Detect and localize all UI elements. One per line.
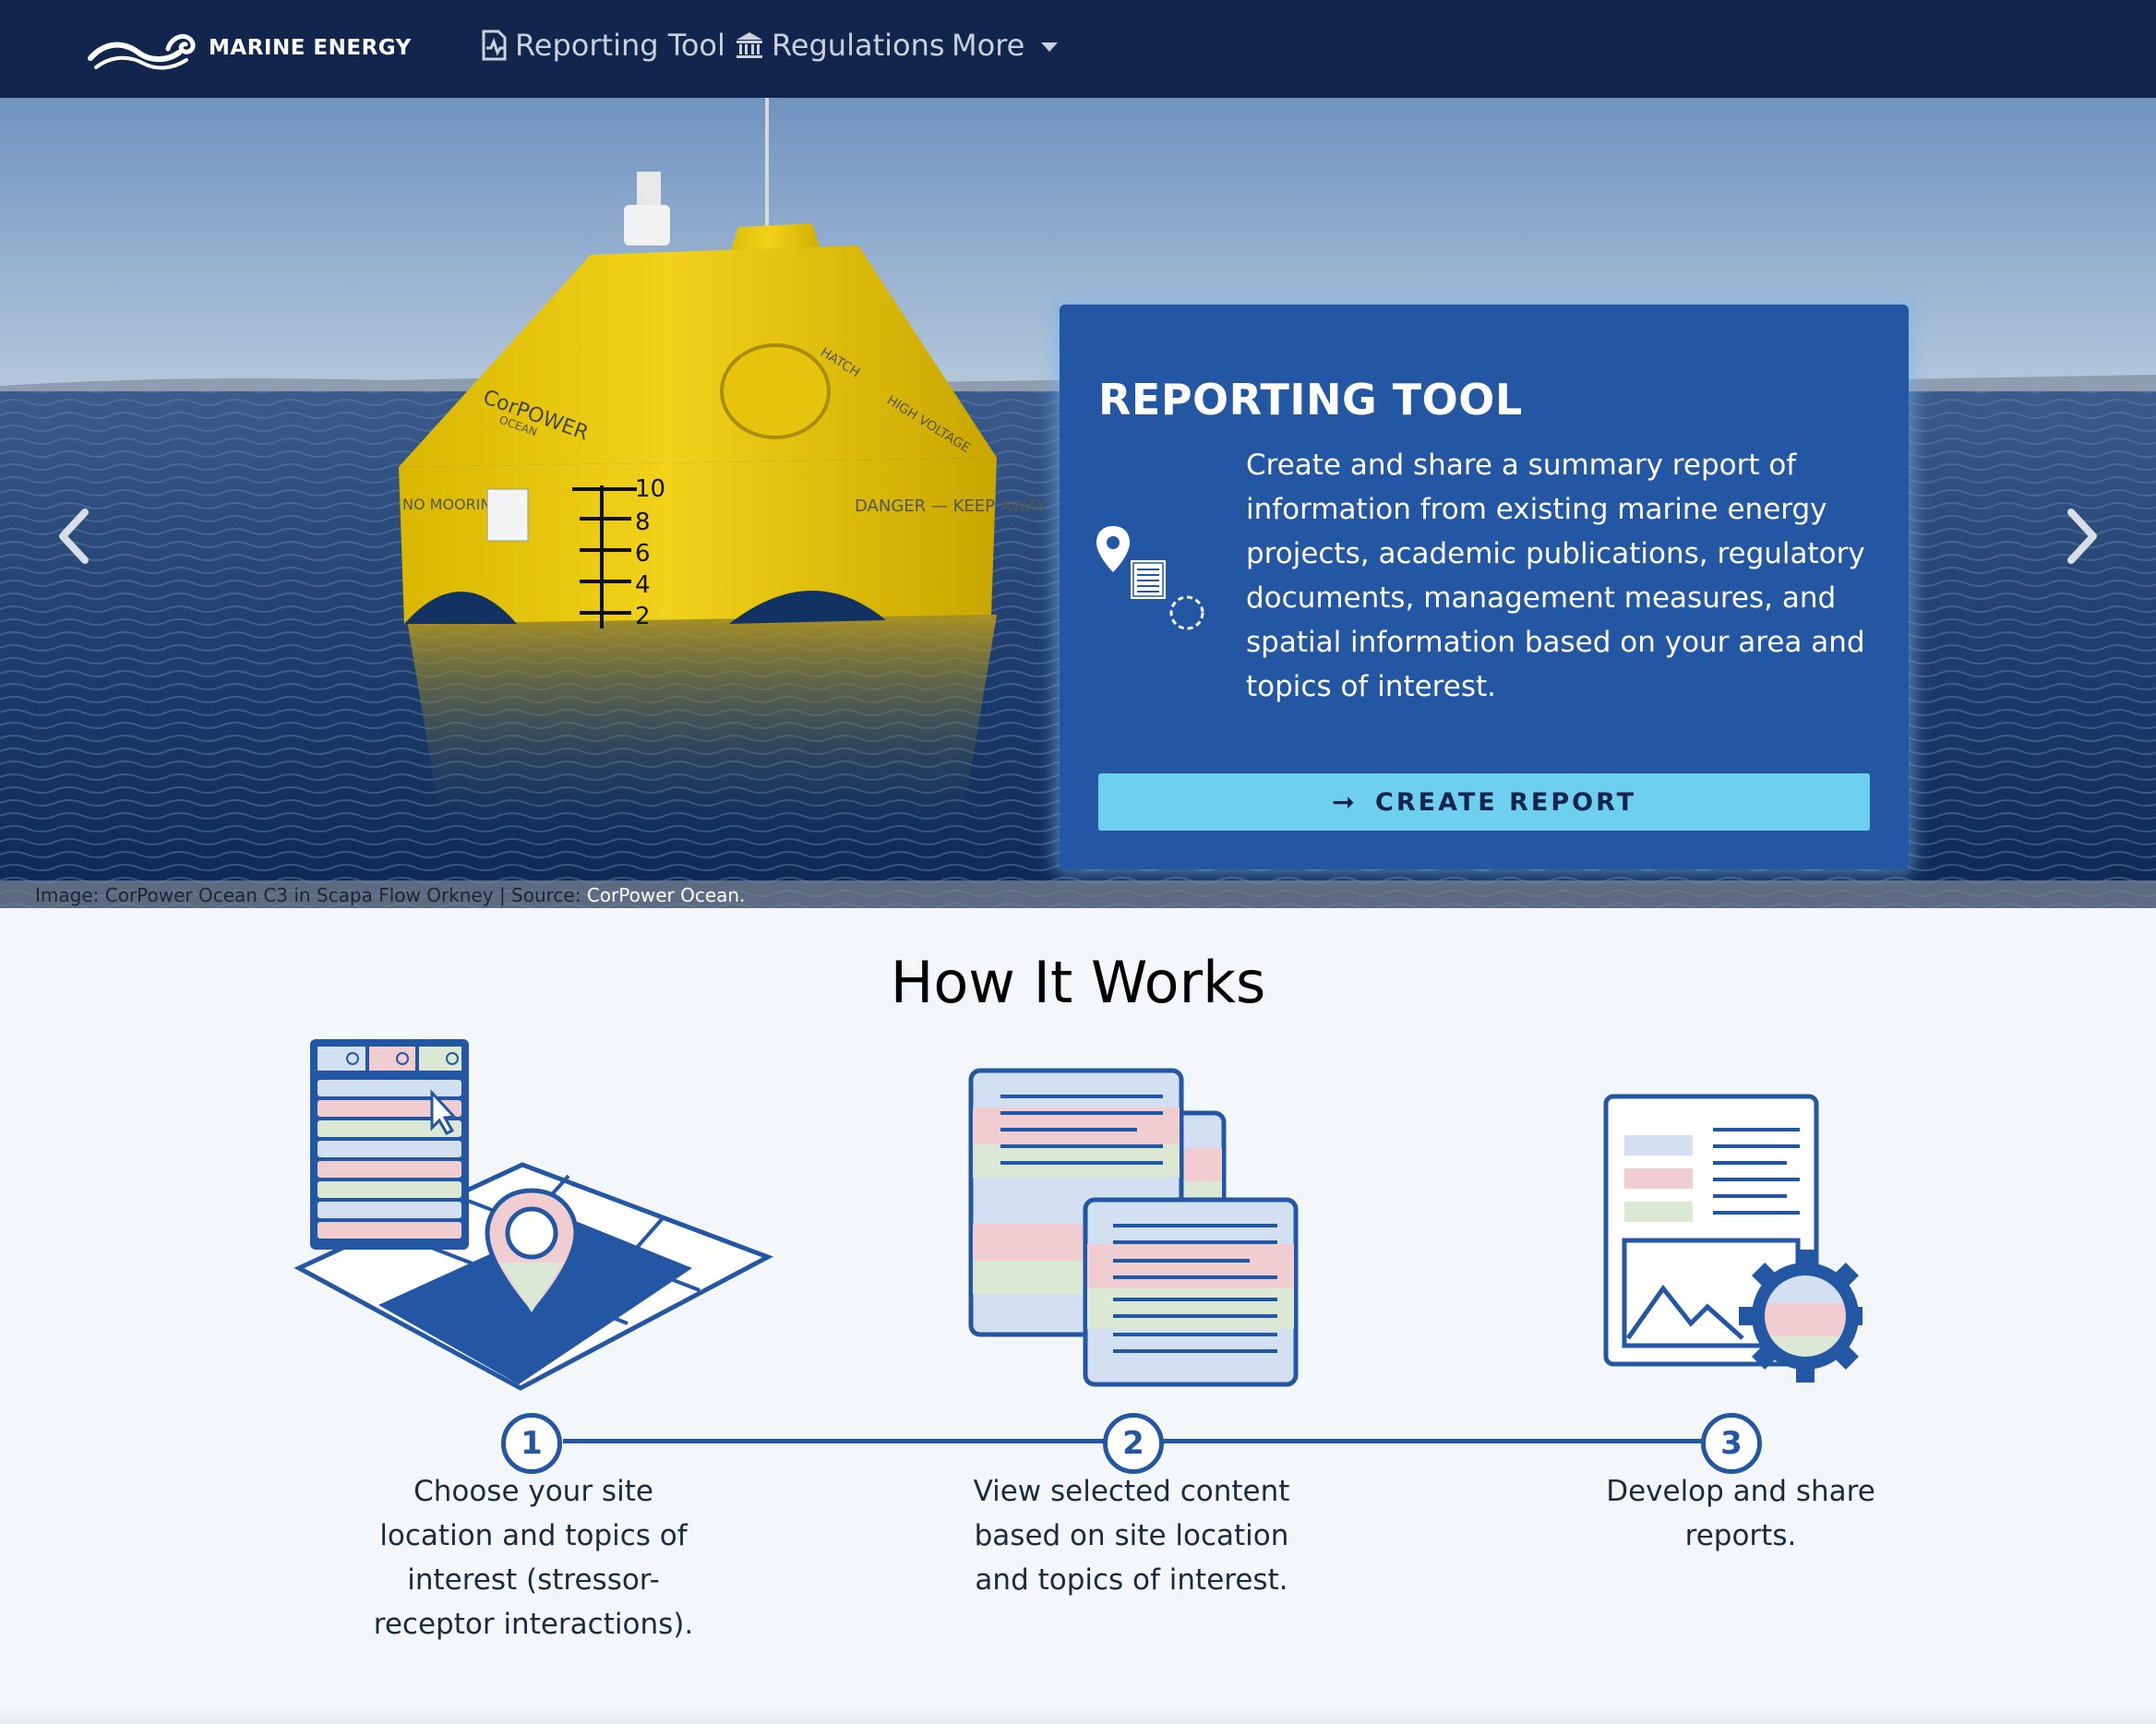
chevron-down-icon [1041, 42, 1059, 52]
image-caption-bar: Image: CorPower Ocean C3 in Scapa Flow O… [0, 880, 2156, 908]
site-selection-map-icon [293, 1039, 773, 1391]
carousel-next-button[interactable] [2045, 467, 2119, 605]
reporting-tool-card: REPORTING TOOL Create and share a summar… [1060, 305, 1909, 869]
scale-mark-4: 4 [635, 571, 651, 599]
scale-mark-10: 10 [635, 475, 665, 503]
image-caption: Image: CorPower Ocean C3 in Scapa Flow O… [35, 884, 745, 906]
carousel-prev-button[interactable] [37, 467, 111, 605]
page-bottom-fade [0, 1704, 2156, 1724]
step-3-badge: 3 [1701, 1413, 1762, 1474]
buoy-warning-text: DANGER — KEEP AWAY [855, 497, 1048, 516]
create-report-button[interactable]: ➞ CREATE REPORT [1098, 773, 1870, 831]
scale-mark-8: 8 [635, 509, 651, 536]
nav-regulations-label: Regulations [772, 28, 945, 63]
location-report-settings-icon [1096, 526, 1204, 630]
step-2-text: View selected content based on site loca… [973, 1475, 1290, 1597]
nav-reporting-tool-label: Reporting Tool [515, 28, 725, 63]
hero-carousel: 10 8 6 4 2 CorPOWER OCEAN NO MOORING DAN… [0, 98, 2156, 908]
government-building-icon [737, 32, 762, 58]
brand-logo[interactable]: MARINE ENERGY [87, 20, 412, 76]
nav-more-dropdown[interactable]: More [952, 24, 1059, 66]
chevron-right-icon [2067, 509, 2097, 564]
content-documents-icon [968, 1068, 1299, 1387]
caption-text: Image: CorPower Ocean C3 in Scapa Flow O… [35, 884, 587, 906]
scale-mark-6: 6 [635, 540, 651, 568]
how-it-works-title: How It Works [890, 949, 1266, 1016]
chevron-left-icon [59, 509, 89, 564]
step-1-badge: 1 [501, 1413, 562, 1474]
step-2-badge: 2 [1103, 1413, 1164, 1474]
nav-regulations[interactable]: Regulations [735, 24, 945, 66]
nav-more-label: More [952, 28, 1025, 63]
create-report-label: CREATE REPORT [1375, 787, 1637, 817]
report-chart-icon [482, 30, 507, 61]
caption-source-link[interactable]: CorPower Ocean. [587, 884, 746, 906]
scale-mark-2: 2 [635, 603, 651, 630]
top-navbar: MARINE ENERGY Reporting Tool Regulations… [0, 0, 2156, 98]
report-settings-icon [1603, 1094, 1863, 1383]
brand-name: MARINE ENERGY [209, 36, 412, 60]
arrow-right-icon: ➞ [1331, 785, 1356, 819]
wave-logo-icon [88, 33, 196, 70]
step-1-text: Choose your site location and topics of … [373, 1475, 694, 1641]
nav-reporting-tool[interactable]: Reporting Tool [480, 24, 725, 66]
card-description: Create and share a summary report of inf… [1246, 449, 1865, 703]
step-3-text: Develop and share reports. [1606, 1475, 1875, 1552]
card-title: REPORTING TOOL [1098, 375, 1523, 425]
